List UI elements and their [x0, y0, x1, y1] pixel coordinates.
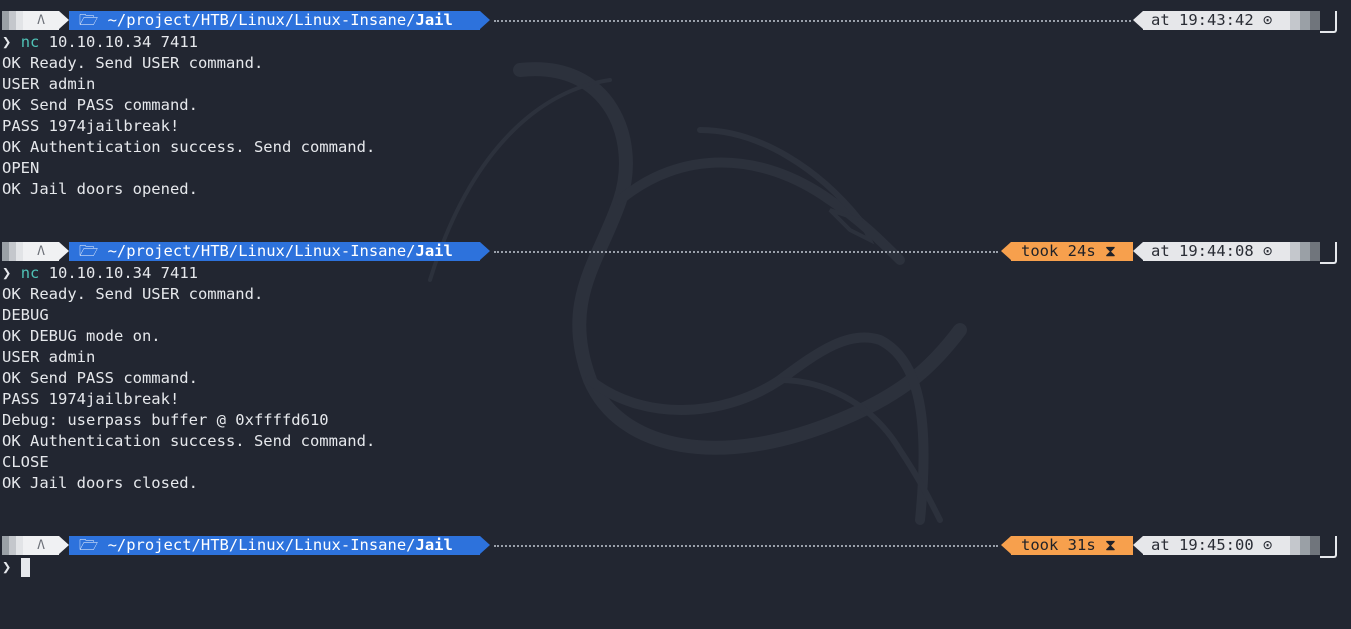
command-line: ❯ nc 10.10.10.34 7411	[2, 32, 198, 53]
prompt-corner	[1320, 242, 1337, 264]
output-line: DEBUG	[2, 306, 49, 324]
output-line: OK DEBUG mode on.	[2, 327, 161, 345]
prompt-chevron-icon: ❯	[2, 33, 12, 51]
active-command-line[interactable]: ❯	[2, 557, 30, 578]
path-segment: 🗁 ~/project/HTB/Linux/Linux-Insane/Jail	[69, 242, 480, 261]
prompt-bar: Λ 🗁 ~/project/HTB/Linux/Linux-Insane/Jai…	[0, 241, 1351, 264]
prompt-corner	[1320, 11, 1337, 33]
output-line: OK Send PASS command.	[2, 369, 198, 387]
output-line: Debug: userpass buffer @ 0xffffd610	[2, 411, 329, 429]
path-segment: 🗁 ~/project/HTB/Linux/Linux-Insane/Jail	[69, 11, 480, 30]
prompt-chevron-icon: ❯	[2, 264, 12, 282]
prompt-chevron-icon: ❯	[2, 558, 12, 576]
output-line: OK Jail doors closed.	[2, 474, 198, 492]
output-line: USER admin	[2, 348, 96, 366]
output-line: OK Send PASS command.	[2, 96, 198, 114]
time-segment: at 19:44:08 ⊙	[1143, 242, 1290, 261]
output-line: OK Ready. Send USER command.	[2, 54, 264, 72]
output-line: OPEN	[2, 159, 40, 177]
linux-tux-icon: Λ	[23, 536, 59, 555]
output-line: OK Ready. Send USER command.	[2, 285, 264, 303]
output-line: CLOSE	[2, 453, 49, 471]
command-args: 10.10.10.34 7411	[39, 33, 198, 51]
terminal-window[interactable]: Λ 🗁 ~/project/HTB/Linux/Linux-Insane/Jai…	[0, 0, 1351, 629]
command-line: ❯ nc 10.10.10.34 7411	[2, 263, 198, 284]
output-line: OK Authentication success. Send command.	[2, 432, 376, 450]
output-line: OK Jail doors opened.	[2, 180, 198, 198]
folder-open-icon: 🗁	[79, 11, 108, 29]
time-segment: at 19:43:42 ⊙	[1143, 11, 1290, 30]
output-line: PASS 1974jailbreak!	[2, 390, 180, 408]
folder-open-icon: 🗁	[79, 536, 108, 554]
output-line: PASS 1974jailbreak!	[2, 117, 180, 135]
prompt-left-blocks	[2, 11, 23, 30]
took-duration-segment: took 31s ⧗	[1011, 536, 1133, 555]
prompt-filler-dots	[494, 251, 998, 253]
prompt-corner	[1320, 536, 1337, 558]
linux-tux-icon: Λ	[23, 242, 59, 261]
time-segment: at 19:45:00 ⊙	[1143, 536, 1290, 555]
prompt-filler-dots	[494, 20, 1131, 22]
command-args: 10.10.10.34 7411	[39, 264, 198, 282]
command-name: nc	[20, 33, 40, 51]
took-duration-segment: took 24s ⧗	[1011, 242, 1133, 261]
command-name: nc	[20, 264, 40, 282]
prompt-bar: Λ 🗁 ~/project/HTB/Linux/Linux-Insane/Jai…	[0, 535, 1351, 558]
linux-tux-icon: Λ	[23, 11, 59, 30]
path-segment: 🗁 ~/project/HTB/Linux/Linux-Insane/Jail	[69, 536, 480, 555]
output-line: USER admin	[2, 75, 96, 93]
text-cursor[interactable]	[20, 558, 30, 577]
prompt-bar: Λ 🗁 ~/project/HTB/Linux/Linux-Insane/Jai…	[0, 10, 1351, 33]
output-line: OK Authentication success. Send command.	[2, 138, 376, 156]
prompt-filler-dots	[494, 545, 998, 547]
folder-open-icon: 🗁	[79, 242, 108, 260]
